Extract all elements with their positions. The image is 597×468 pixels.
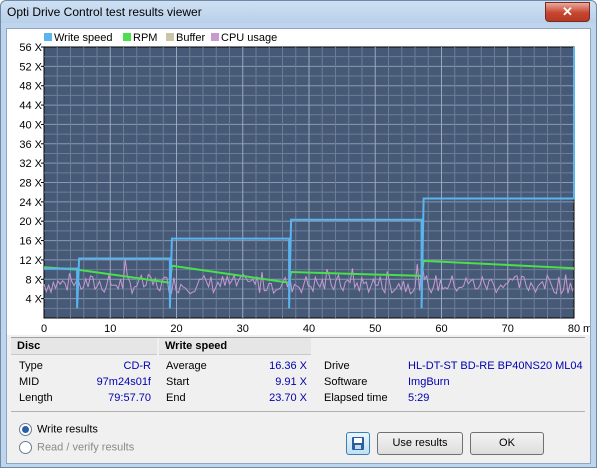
read-verify-radio[interactable] [19,441,32,454]
bottom-divider [11,411,585,412]
ok-button[interactable]: OK [470,432,544,455]
disc-panel: Disc Type CD-R MID 97m24s01f Length 79:5… [11,338,157,404]
write-speed-heading: Write speed [159,338,311,355]
x-tick-label: 80 [568,323,580,335]
write-results-radio[interactable] [19,423,32,436]
legend-swatch [166,33,174,41]
software-value: ImgBurn [408,376,450,388]
viewer-window: Opti Drive Control test results viewer ✕… [0,0,597,468]
start-label: Start [166,376,190,388]
elapsed-time-row: Elapsed time 5:29 [317,392,587,406]
legend-label: Buffer [176,32,205,44]
write-results-label: Write results [37,423,98,436]
x-axis: 0 10 20 30 40 50 60 70 80min [41,323,590,335]
close-button[interactable]: ✕ [545,2,590,22]
x-tick-label: 50 [369,323,381,335]
end-value: 23.70 X [269,392,307,404]
results-chart: Write speed RPM Buffer CPU usage 4 X 8 X 12 X… [19,32,590,335]
x-tick-label: 10 [104,323,116,335]
y-tick-label: 36 X [19,139,42,151]
legend-label: CPU usage [221,32,277,44]
y-tick-label: 20 X [19,216,42,228]
legend-swatch [44,33,52,41]
disc-mid-label: MID [19,376,40,388]
disc-mid-row: MID 97m24s01f [11,376,151,390]
x-tick-label: 0 [41,323,47,335]
legend-swatch [211,33,219,41]
end-label: End [166,392,186,404]
title-bar: Opti Drive Control test results viewer ✕ [1,1,596,23]
drive-label: Drive [324,360,350,372]
x-tick-label: 20 [170,323,182,335]
read-verify-option[interactable]: Read / verify results [19,441,134,454]
y-axis: 4 X 8 X 12 X 16 X 20 X 24 X 28 X 32 X 36 X 40 X 44… [19,42,44,306]
x-tick-label: 30 [237,323,249,335]
y-tick-label: 32 X [19,158,42,170]
average-label: Average [166,360,207,372]
client-area: Write speed RPM Buffer CPU usage 4 X 8 X 12 X… [6,28,591,464]
write-results-option[interactable]: Write results [19,423,98,436]
y-tick-label: 52 X [19,61,42,73]
y-tick-label: 12 X [19,255,42,267]
average-row: Average 16.36 X [159,360,307,374]
y-tick-label: 16 X [19,236,42,248]
elapsed-time-value: 5:29 [408,392,430,404]
software-label: Software [324,376,368,388]
write-speed-panel: Write speed Average 16.36 X Start 9.91 X… [159,338,311,404]
disc-heading: Disc [11,338,157,355]
disc-length-label: Length [19,392,53,404]
chart-legend: Write speed RPM Buffer CPU usage [44,32,277,44]
start-value: 9.91 X [275,376,307,388]
window-title: Opti Drive Control test results viewer [7,5,202,19]
y-tick-label: 44 X [19,100,42,112]
x-tick-label: 60 [435,323,447,335]
legend-label: Write speed [54,32,113,44]
disc-mid-value: 97m24s01f [96,376,151,388]
end-row: End 23.70 X [159,392,307,406]
y-tick-label: 48 X [19,81,42,93]
software-row: Software ImgBurn [317,376,587,390]
start-row: Start 9.91 X [159,376,307,390]
y-tick-label: 28 X [19,178,42,190]
y-tick-label: 40 X [19,119,42,131]
disc-type-row: Type CD-R [11,360,151,374]
x-unit-label: min [583,323,590,335]
x-tick-label: 40 [303,323,315,335]
disc-length-row: Length 79:57.70 [11,392,151,406]
legend-swatch [123,33,131,41]
y-tick-label: 24 X [19,197,42,209]
save-button[interactable] [346,432,370,455]
read-verify-label: Read / verify results [37,441,135,454]
y-tick-label: 8 X [25,274,42,286]
disc-type-value: CD-R [123,360,152,372]
elapsed-time-label: Elapsed time [324,392,388,404]
drive-value: HL-DT-ST BD-RE BP40NS20 ML04 [408,360,583,372]
x-tick-label: 70 [502,323,514,335]
use-results-button[interactable]: Use results [377,432,463,455]
drive-row: Drive HL-DT-ST BD-RE BP40NS20 ML04 [317,360,587,374]
y-tick-label: 56 X [19,42,42,54]
y-tick-label: 4 X [25,294,42,306]
legend-label: RPM [133,32,157,44]
floppy-disk-icon [352,437,364,450]
disc-type-label: Type [19,360,43,372]
chart-area: Write speed RPM Buffer CPU usage 4 X 8 X 12 X… [7,29,590,335]
disc-length-value: 79:57.70 [108,392,151,404]
average-value: 16.36 X [269,360,307,372]
